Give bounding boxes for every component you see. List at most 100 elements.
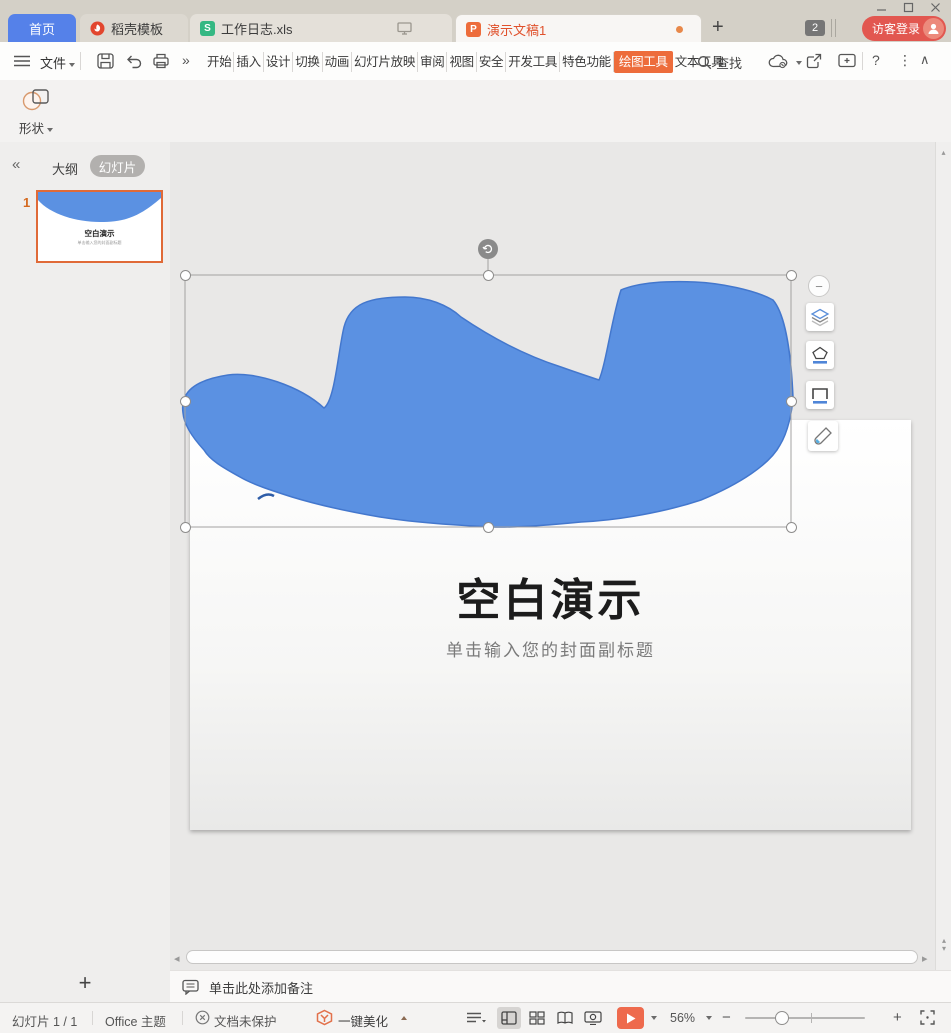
slide-title[interactable]: 空白演示	[190, 564, 911, 628]
minimize-icon[interactable]	[876, 2, 887, 13]
save-icon[interactable]	[97, 53, 114, 69]
titlebar: 首页 稻壳模板 S 工作日志.xls P 演示文稿1 + 2 访客登录	[0, 0, 951, 42]
style-brush-button[interactable]	[808, 421, 838, 451]
hamburger-icon[interactable]	[14, 55, 30, 67]
view-sorter-button[interactable]	[525, 1007, 549, 1029]
print-icon[interactable]	[152, 53, 170, 69]
menu-devtools[interactable]: 开发工具	[506, 52, 560, 72]
add-slide-button[interactable]: +	[0, 970, 170, 996]
handle-mid-right[interactable]	[786, 396, 797, 407]
freeform-shape[interactable]	[170, 142, 830, 562]
play-caret-icon[interactable]	[651, 1016, 657, 1020]
menu-drawing-tools-active[interactable]: 绘图工具	[614, 51, 673, 73]
titlebar-divider	[831, 19, 832, 37]
menu-start[interactable]: 开始	[205, 52, 234, 72]
beautify-icon	[316, 1009, 333, 1026]
handle-top-right[interactable]	[786, 270, 797, 281]
view-reading-button[interactable]	[553, 1007, 577, 1029]
presentation-logo-icon: P	[466, 22, 481, 37]
vscroll-up-icon[interactable]: ▴	[936, 148, 951, 157]
handle-mid-left[interactable]	[180, 396, 191, 407]
tab-xls-document[interactable]: S 工作日志.xls	[190, 14, 452, 42]
protection-label[interactable]: 文档未保护	[214, 1011, 277, 1030]
view-slideshow-button[interactable]	[581, 1007, 605, 1029]
protection-shield-icon	[195, 1010, 210, 1025]
tab-count-badge[interactable]: 2	[805, 20, 825, 36]
zoom-in-button[interactable]: +	[893, 1009, 902, 1026]
tab-docer[interactable]: 稻壳模板	[80, 14, 188, 42]
menu-transition[interactable]: 切换	[293, 52, 322, 72]
collapse-ribbon-icon[interactable]: ∧	[920, 52, 930, 68]
notes-placeholder: 单击此处添加备注	[209, 978, 313, 997]
shape-fill-button[interactable]	[806, 341, 834, 369]
menu-view[interactable]: 视图	[447, 52, 476, 72]
beautify-caret-icon	[401, 1016, 407, 1020]
vscroll-down-icons[interactable]: ▴ ▾	[936, 937, 951, 953]
help-icon[interactable]: ?	[872, 52, 880, 68]
normal-view-icon	[501, 1011, 517, 1025]
hscroll-left-icon[interactable]: ◂	[174, 952, 180, 965]
beautify-label[interactable]: 一键美化	[338, 1011, 388, 1030]
zoom-slider-knob[interactable]	[775, 1011, 789, 1025]
collapse-panel-icon[interactable]: «	[12, 156, 20, 173]
menu-security[interactable]: 安全	[477, 52, 506, 72]
menu-slideshow[interactable]: 幻灯片放映	[352, 52, 418, 72]
zoom-caret-icon[interactable]	[706, 1016, 712, 1020]
fit-to-window-icon[interactable]	[920, 1010, 935, 1025]
tab-outline[interactable]: 大纲	[52, 159, 78, 178]
cloud-sync-icon[interactable]	[768, 54, 792, 69]
shape-outline-button[interactable]	[806, 381, 834, 409]
zoom-slider-track[interactable]	[745, 1017, 865, 1019]
vertical-scrollbar[interactable]: ▴ ▴ ▾	[935, 142, 951, 970]
guest-login-button[interactable]: 访客登录	[862, 16, 946, 41]
menu-insert[interactable]: 插入	[234, 52, 263, 72]
file-menu[interactable]: 文件	[40, 53, 75, 72]
shape-fill-icon	[810, 346, 830, 365]
handle-top-left[interactable]	[180, 270, 191, 281]
overflow-icon[interactable]: ⋮	[898, 52, 912, 69]
new-tab-button[interactable]: +	[712, 17, 724, 37]
cloud-caret-icon[interactable]	[796, 61, 802, 65]
layers-button[interactable]	[806, 303, 834, 331]
theme-label[interactable]: Office 主题	[105, 1011, 166, 1030]
shapes-button[interactable]: 形状	[12, 86, 60, 136]
share-icon[interactable]	[806, 53, 823, 69]
find-button[interactable]: 查找	[697, 53, 742, 72]
handle-bottom-center[interactable]	[483, 522, 494, 533]
handle-bottom-left[interactable]	[180, 522, 191, 533]
menu-review[interactable]: 审阅	[418, 52, 447, 72]
menu-animation[interactable]: 动画	[323, 52, 352, 72]
collapse-tools-button[interactable]: −	[808, 275, 830, 297]
rotation-handle[interactable]	[478, 239, 498, 259]
play-slideshow-button[interactable]	[617, 1007, 644, 1029]
tab-slides-active[interactable]: 幻灯片	[90, 155, 145, 177]
notes-bar[interactable]: 单击此处添加备注	[170, 970, 951, 1003]
new-window-icon[interactable]	[838, 53, 856, 68]
zoom-value[interactable]: 56%	[670, 1011, 695, 1025]
menubar-divider	[80, 52, 81, 70]
brush-icon	[813, 426, 833, 446]
zoom-slider-tick	[811, 1013, 812, 1023]
hscroll-right-icon[interactable]: ▸	[922, 952, 928, 965]
maximize-icon[interactable]	[903, 2, 914, 13]
handle-top-center[interactable]	[483, 270, 494, 281]
slide-number: 1	[23, 195, 30, 210]
editing-canvas[interactable]: 空白演示 单击输入您的封面副标题 − ◂ ▸ ▴ ▴ ▾	[170, 142, 951, 1002]
more-commands-icon[interactable]: »	[182, 52, 190, 68]
reading-view-icon	[557, 1011, 573, 1025]
menu-design[interactable]: 设计	[264, 52, 293, 72]
notes-display-icon[interactable]	[466, 1012, 486, 1024]
tab-home[interactable]: 首页	[8, 14, 76, 42]
undo-icon[interactable]	[124, 53, 142, 69]
zoom-out-button[interactable]: −	[722, 1009, 731, 1026]
tab-ppt-document-active[interactable]: P 演示文稿1	[455, 14, 702, 43]
handle-bottom-right[interactable]	[786, 522, 797, 533]
horizontal-scrollbar-thumb[interactable]	[186, 950, 918, 964]
close-icon[interactable]	[930, 2, 941, 13]
slide-thumbnail[interactable]: 空白演示 单击输入您的封面副标题	[36, 190, 163, 263]
thumbnail-shape	[38, 192, 161, 224]
menu-special-features[interactable]: 特色功能	[560, 52, 614, 72]
view-normal-button-active[interactable]	[497, 1007, 521, 1029]
monitor-icon[interactable]	[397, 22, 412, 35]
slide-subtitle[interactable]: 单击输入您的封面副标题	[190, 636, 911, 661]
